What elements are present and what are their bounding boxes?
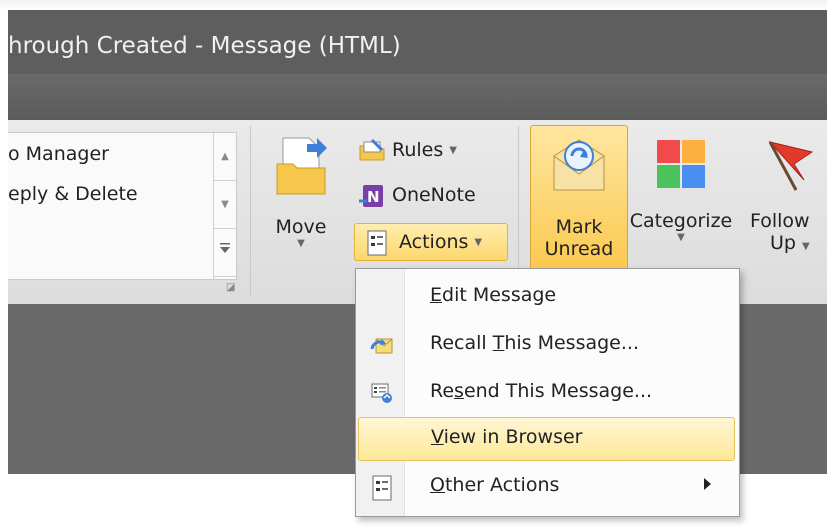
ribbon-tab-strip (8, 74, 827, 120)
quick-steps-gallery: o Manager eply & Delete ▲ ▼ (8, 132, 237, 280)
rules-button[interactable]: Rules ▼ (358, 138, 457, 162)
follow-up-dropdown-icon: ▼ (802, 241, 810, 252)
menu-item-label: Other Actions (430, 474, 560, 496)
follow-up-button[interactable]: Follow Up ▼ (738, 130, 827, 270)
onenote-icon: N (358, 183, 384, 207)
onenote-label: OneNote (392, 184, 476, 206)
categorize-label: Categorize (629, 210, 733, 232)
resend-icon (370, 381, 394, 405)
menu-item-resend-message[interactable]: Resend This Message... (358, 371, 735, 415)
rules-dropdown-icon: ▼ (449, 144, 457, 156)
other-actions-icon (370, 475, 394, 501)
mark-unread-label-1: Mark (555, 216, 603, 238)
quick-step-reply-delete[interactable]: eply & Delete (8, 183, 138, 205)
title-bar: hrough Created - Message (HTML) (8, 10, 827, 74)
rules-label: Rules (392, 139, 444, 161)
submenu-arrow-icon (704, 478, 711, 490)
mark-unread-icon (553, 139, 605, 191)
follow-up-label-2: Up (770, 232, 796, 254)
menu-item-view-in-browser[interactable]: View in Browser (358, 417, 735, 461)
move-dropdown-icon: ▼ (297, 238, 305, 249)
menu-item-edit-message[interactable]: Edit Message (358, 275, 735, 319)
menu-item-label: View in Browser (431, 426, 583, 448)
window-title: hrough Created - Message (HTML) (8, 33, 401, 59)
menu-item-recall-message[interactable]: Recall This Message... (358, 323, 735, 367)
actions-label: Actions (399, 231, 469, 253)
flag-icon (768, 141, 814, 191)
onenote-button[interactable]: N OneNote (358, 183, 476, 207)
categorize-icon (657, 140, 705, 188)
menu-item-other-actions[interactable]: Other Actions (358, 465, 735, 509)
move-button[interactable]: Move ▼ (270, 130, 332, 270)
gallery-more-icon[interactable] (214, 229, 236, 277)
quick-steps-scrollbar: ▲ ▼ (213, 133, 236, 279)
quick-step-to-manager[interactable]: o Manager (8, 143, 109, 165)
actions-icon (365, 230, 391, 256)
rules-icon (358, 138, 385, 162)
recall-icon (370, 333, 394, 357)
menu-item-label: Edit Message (430, 284, 557, 306)
mark-unread-label-2: Unread (544, 238, 614, 260)
move-label: Move (275, 216, 327, 238)
screen-top-edge (0, 0, 827, 10)
actions-menu: Edit Message Recall This Message... Rese… (355, 268, 740, 517)
group-separator (250, 126, 251, 296)
gallery-down-icon[interactable]: ▼ (214, 181, 236, 229)
svg-text:N: N (367, 188, 380, 206)
menu-item-label: Recall This Message... (430, 332, 639, 354)
categorize-button[interactable]: Categorize ▼ (628, 130, 734, 270)
menu-item-label: Resend This Message... (430, 380, 653, 402)
follow-up-label-1: Follow (750, 210, 810, 232)
mark-unread-button[interactable]: Mark Unread (530, 125, 628, 271)
move-folder-icon (276, 137, 327, 195)
categorize-dropdown-icon: ▼ (677, 232, 685, 243)
actions-dropdown-icon: ▼ (474, 236, 483, 248)
gallery-up-icon[interactable]: ▲ (214, 133, 236, 181)
actions-button[interactable]: Actions ▼ (354, 223, 508, 261)
quick-steps-launcher-icon[interactable]: ◪ (226, 282, 235, 293)
